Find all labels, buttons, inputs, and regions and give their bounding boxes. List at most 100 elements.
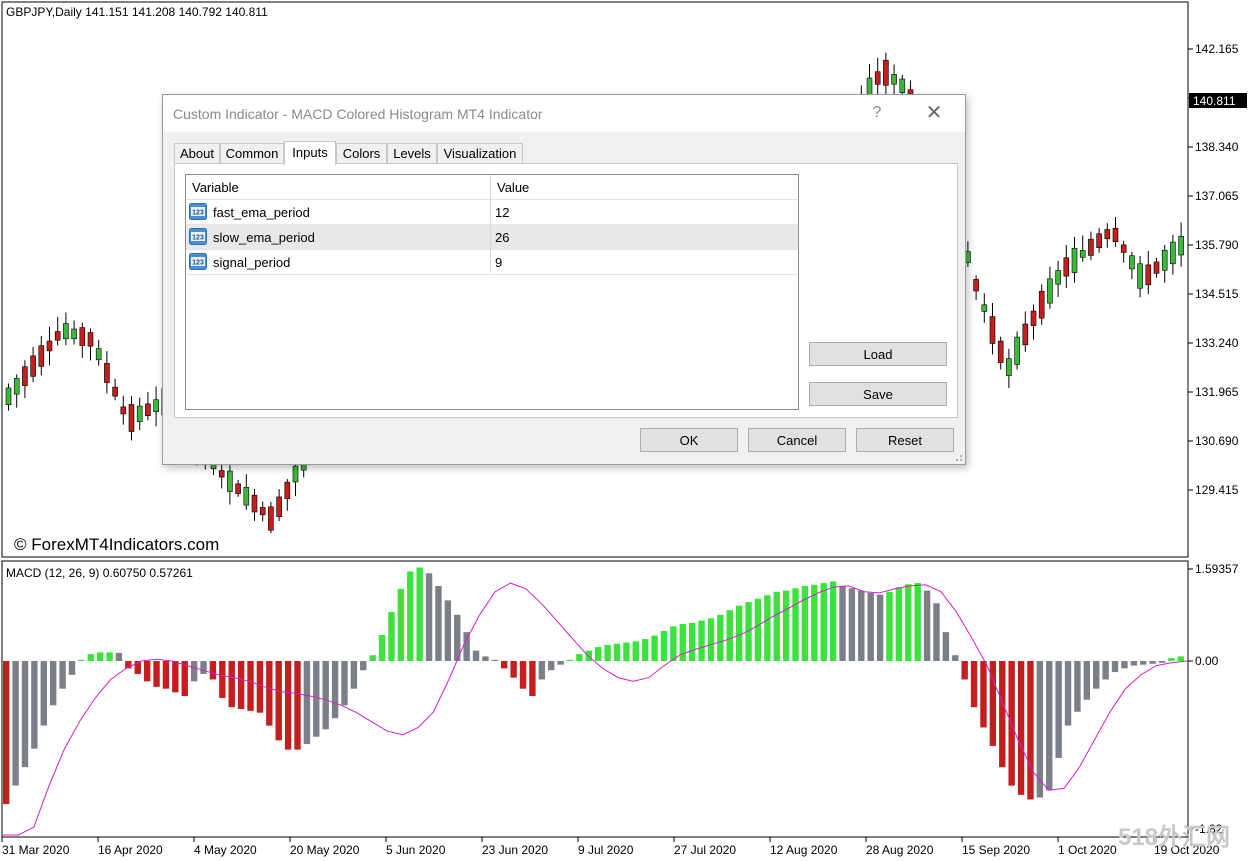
candle-body [1120,244,1127,253]
load-button[interactable]: Load [809,342,947,366]
candle-body [973,279,979,292]
histogram-bar [360,661,367,671]
tab-colors[interactable]: Colors [336,143,387,163]
histogram-bar [801,585,809,661]
histogram-bar [115,652,123,661]
macd-tick-label: 1.59357 [1195,562,1239,576]
tab-visualization[interactable]: Visualization [437,143,523,163]
candle-body [1129,255,1135,270]
tab-about[interactable]: About [174,143,220,163]
histogram-bar [1046,661,1053,791]
candle-body [235,483,241,494]
cancel-button[interactable]: Cancel [748,428,846,452]
histogram-bar [416,567,423,661]
histogram-bar [867,592,874,661]
save-button[interactable]: Save [809,382,947,406]
current-price-label: 140.811 [1193,94,1236,108]
histogram-bar [604,644,611,661]
candle-body [965,251,971,263]
histogram-bar [172,661,179,693]
histogram-bar [754,598,762,661]
candle-body [1096,233,1102,248]
dialog-titlebar: Custom Indicator - MACD Colored Histogra… [163,95,965,132]
column-value: Value [497,180,530,195]
histogram-bar [219,661,226,698]
histogram-bar [1093,661,1100,689]
histogram-bar [595,647,602,661]
histogram-bar [792,588,799,661]
histogram-bar [407,571,414,661]
variable-value[interactable]: 12 [495,205,509,220]
tab-inputs[interactable]: Inputs [284,141,336,165]
histogram-bar [858,590,865,661]
tab-common[interactable]: Common [220,143,284,163]
histogram-bar [914,583,921,661]
corner-watermark: 518外汇网 [1118,823,1230,851]
histogram-bar [566,659,574,661]
histogram-bar [557,661,564,665]
date-tick-label: 12 Aug 2020 [770,843,838,857]
candle-body [1014,336,1020,365]
candle-body [1170,241,1176,265]
histogram-bar [1140,661,1147,665]
variable-value[interactable]: 26 [495,230,509,245]
histogram-bar [482,656,489,661]
date-tick-label: 9 Jul 2020 [578,843,634,857]
candle-body [63,323,69,340]
candle-body [1161,249,1168,271]
histogram-bar [472,650,480,661]
histogram-bar [237,661,245,709]
help-button[interactable]: ? [863,102,891,124]
histogram-bar [143,661,151,682]
candle-body [1104,229,1111,240]
candle-body [1178,236,1184,256]
ok-button[interactable]: OK [640,428,738,452]
candle-body [227,470,233,492]
histogram-bar [40,661,47,726]
candle-body [112,386,118,397]
tab-levels[interactable]: Levels [387,143,437,163]
candle-body [1153,261,1160,274]
histogram-bar [378,635,386,661]
histogram-bar [538,661,546,680]
candle-body [276,496,282,517]
reset-button[interactable]: Reset [856,428,954,452]
histogram-bar [1055,661,1062,758]
histogram-bar [707,618,715,661]
histogram-bar [717,614,724,661]
candle-body [1071,247,1078,273]
input-row-signal[interactable]: 123 signal_period 9 [186,250,798,275]
histogram-bar [726,610,733,661]
candle-body [284,481,291,499]
integer-icon: 123 [189,228,207,245]
histogram-bar [764,595,771,661]
variable-value[interactable]: 9 [495,255,502,270]
date-tick-label: 5 Jun 2020 [386,843,446,857]
histogram-bar [228,661,235,708]
close-icon[interactable]: ✕ [919,101,949,125]
histogram-bar [510,661,517,678]
candle-body [30,355,36,377]
input-row-slow-ema[interactable]: 123 slow_ema_period 26 [186,225,798,250]
histogram-bar [773,591,780,661]
histogram-bar [698,620,705,661]
resize-grip-icon[interactable] [953,452,963,462]
histogram-bar [96,652,104,661]
candle-body [128,404,135,432]
histogram-bar [162,661,170,689]
variable-name: slow_ema_period [213,230,315,245]
histogram-bar [68,661,76,675]
histogram-bar [322,661,329,730]
input-row-fast-ema[interactable]: 123 fast_ema_period 12 [186,200,798,225]
histogram-bar [820,583,827,661]
histogram-bar [942,632,950,661]
candle-body [54,331,61,341]
candle-body [1006,358,1012,377]
histogram-bar [1074,661,1081,712]
candle-body [71,328,77,340]
histogram-bar [425,573,433,661]
candle-body [145,403,151,417]
histogram-bar [350,661,358,689]
candle-body [268,506,274,531]
candle-body [22,366,28,386]
